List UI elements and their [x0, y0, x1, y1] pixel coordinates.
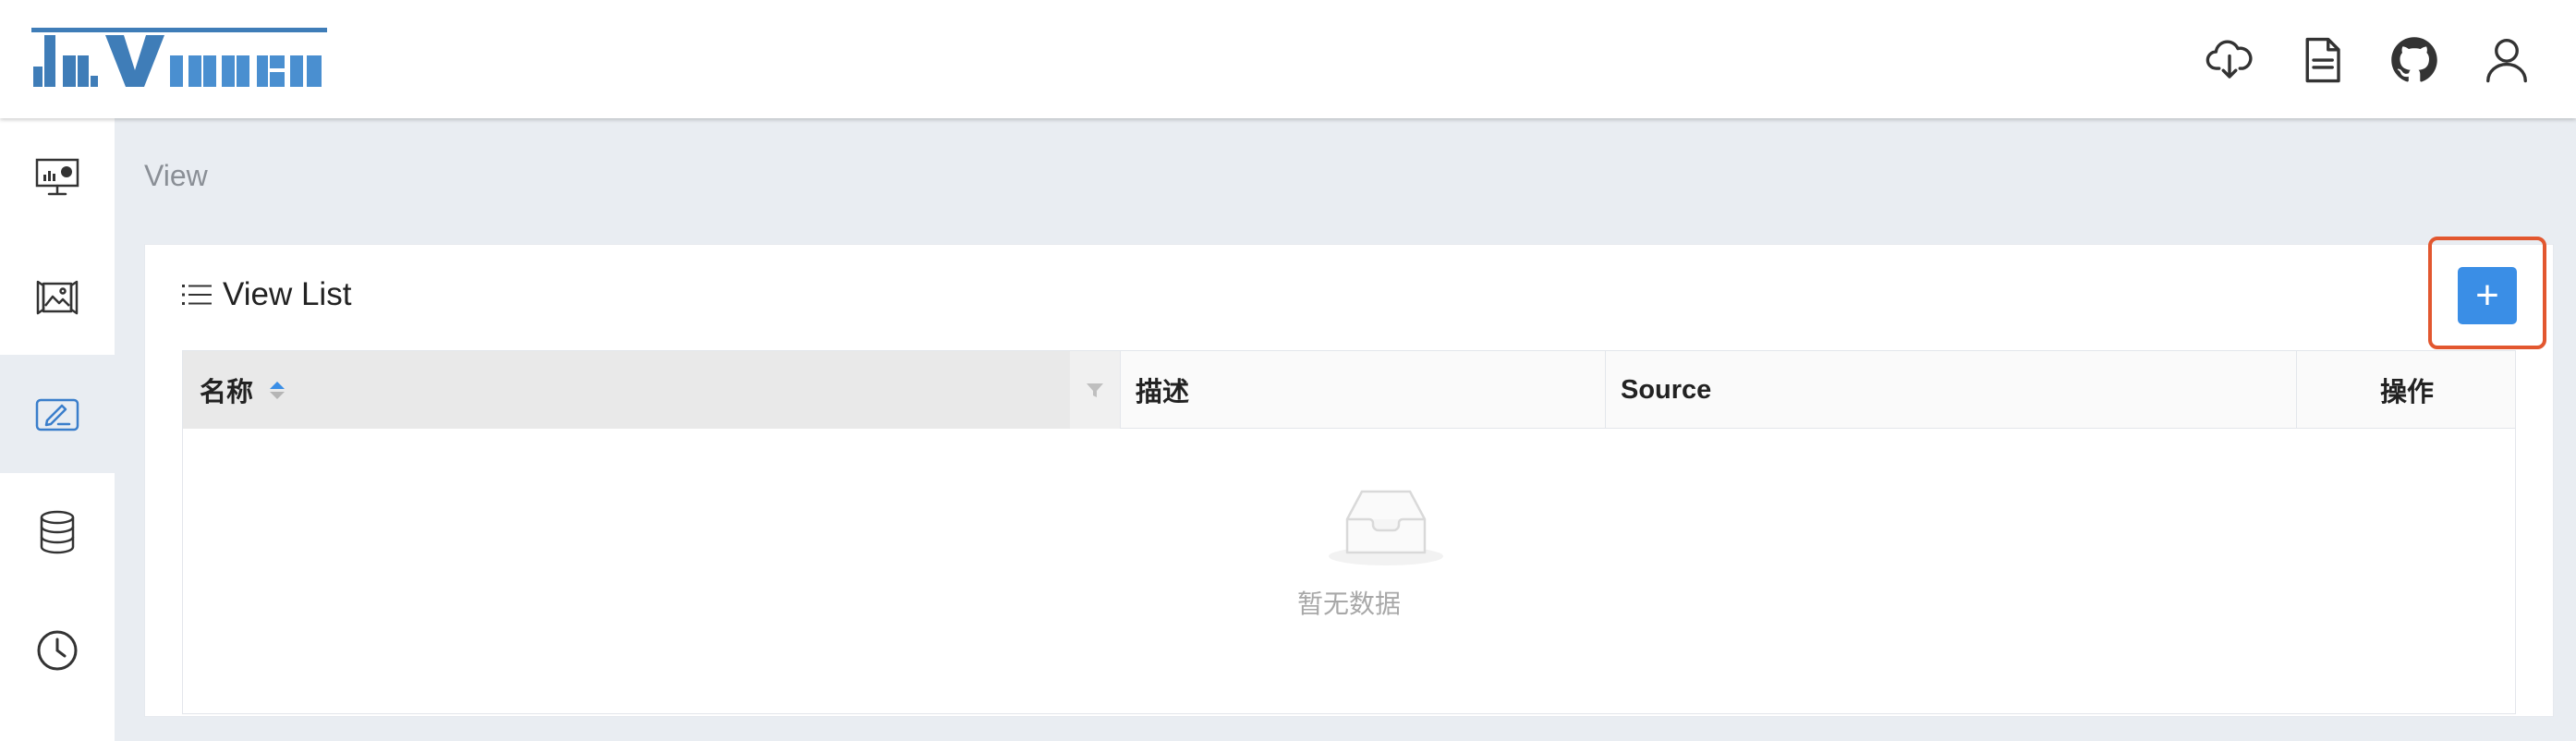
dashboard-monitor-icon: [35, 158, 79, 196]
view-list-panel: View List 名称 描述 Source 操作 暂无数据: [144, 244, 2554, 717]
davinci-logo[interactable]: [31, 28, 327, 89]
empty-state: 暂无数据: [183, 429, 2515, 715]
github-icon[interactable]: [2389, 35, 2439, 85]
empty-inbox-icon: [1329, 490, 1443, 565]
sidebar: [0, 118, 115, 741]
filter-icon[interactable]: [1070, 351, 1121, 429]
table-header: 名称 描述 Source 操作: [183, 351, 2515, 429]
sidebar-item-source[interactable]: [0, 473, 115, 591]
database-icon: [40, 510, 75, 554]
column-header-description: 描述: [1121, 351, 1606, 429]
cloud-download-icon[interactable]: [2205, 35, 2254, 85]
user-icon[interactable]: [2482, 35, 2532, 85]
sidebar-item-view[interactable]: [0, 355, 115, 473]
view-table: 名称 描述 Source 操作 暂无数据: [182, 350, 2516, 714]
sidebar-item-widget[interactable]: [0, 237, 115, 355]
column-header-actions: 操作: [2379, 378, 2434, 407]
panel-title: View List: [182, 276, 351, 313]
document-icon[interactable]: [2297, 35, 2347, 85]
sort-icon[interactable]: [270, 381, 286, 399]
panel-title-text: View List: [223, 276, 352, 312]
empty-text: 暂无数据: [1296, 589, 1401, 618]
view-edit-icon: [35, 398, 79, 431]
add-view-button[interactable]: +: [2458, 267, 2517, 324]
column-header-name[interactable]: 名称: [183, 351, 1070, 429]
list-icon: [182, 285, 212, 305]
page-title: View: [144, 159, 208, 192]
widget-image-icon: [36, 280, 79, 315]
sidebar-item-schedule[interactable]: [0, 591, 115, 710]
schedule-clock-icon: [37, 630, 78, 671]
sidebar-item-dashboard[interactable]: [0, 118, 115, 237]
top-header: [0, 0, 2576, 118]
column-header-source: Source: [1606, 351, 2297, 429]
